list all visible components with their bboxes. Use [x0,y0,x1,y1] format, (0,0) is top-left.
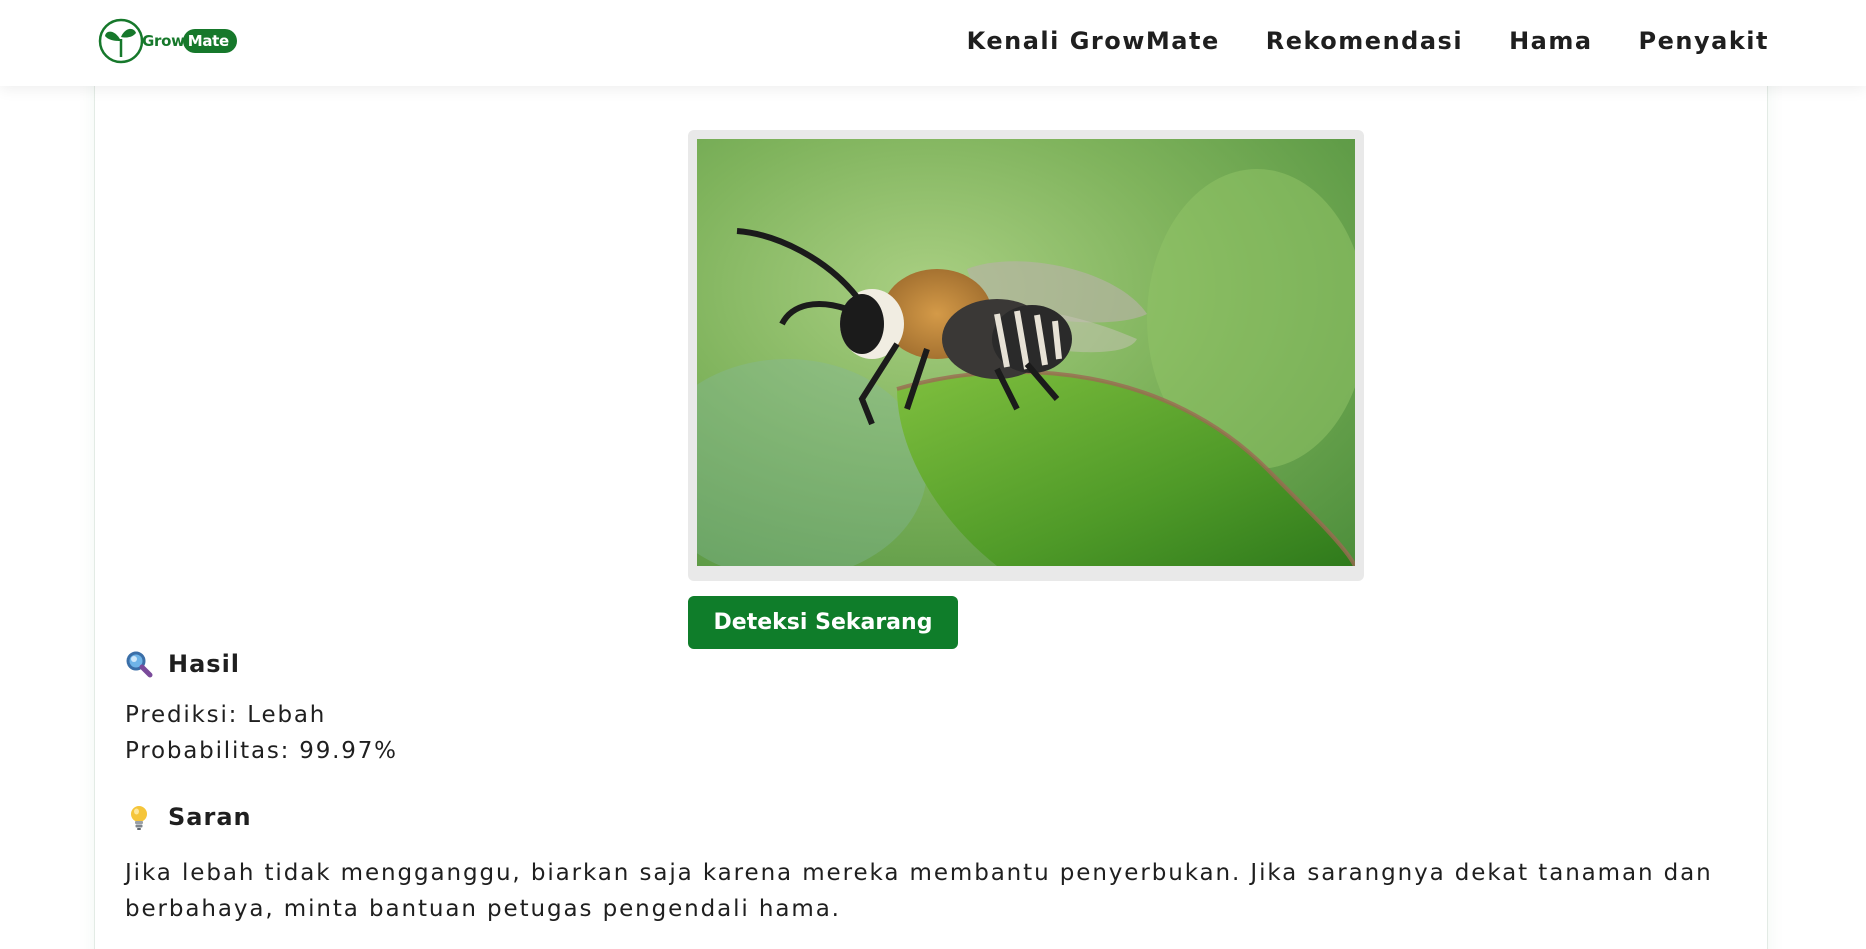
nav-kenali-growmate[interactable]: Kenali GrowMate [967,22,1220,60]
prediction-text: Prediksi: Lebah [125,702,327,728]
magnifier-icon [125,650,153,678]
result-heading-text: Hasil [168,650,241,678]
image-preview [688,130,1364,581]
nav-rekomendasi[interactable]: Rekomendasi [1266,22,1463,60]
navbar: Grow Mate Kenali GrowMate Rekomendasi Ha… [0,0,1866,86]
advice-text: Jika lebah tidak mengganggu, biarkan saj… [125,860,1713,922]
nav-hama[interactable]: Hama [1509,22,1592,60]
uploaded-image [697,139,1355,566]
main-nav: Kenali GrowMate Rekomendasi Hama Penyaki… [967,22,1769,60]
brand-wordmark: Grow Mate [142,26,237,56]
probability-text: Probabilitas: 99.97% [125,738,398,764]
sprout-logo-icon [98,18,144,63]
detect-now-button[interactable]: Deteksi Sekarang [688,596,958,649]
brand-logo[interactable]: Grow Mate [97,16,257,65]
advice-heading-text: Saran [168,803,252,831]
brand-grow-text: Grow [142,31,185,50]
advice-heading: Saran [125,803,252,831]
result-heading: Hasil [125,650,240,678]
nav-penyakit[interactable]: Penyakit [1639,22,1769,60]
result-card: Deteksi Sekarang [94,60,1768,949]
lightbulb-icon [125,803,153,831]
brand-mate-text: Mate [182,28,237,53]
